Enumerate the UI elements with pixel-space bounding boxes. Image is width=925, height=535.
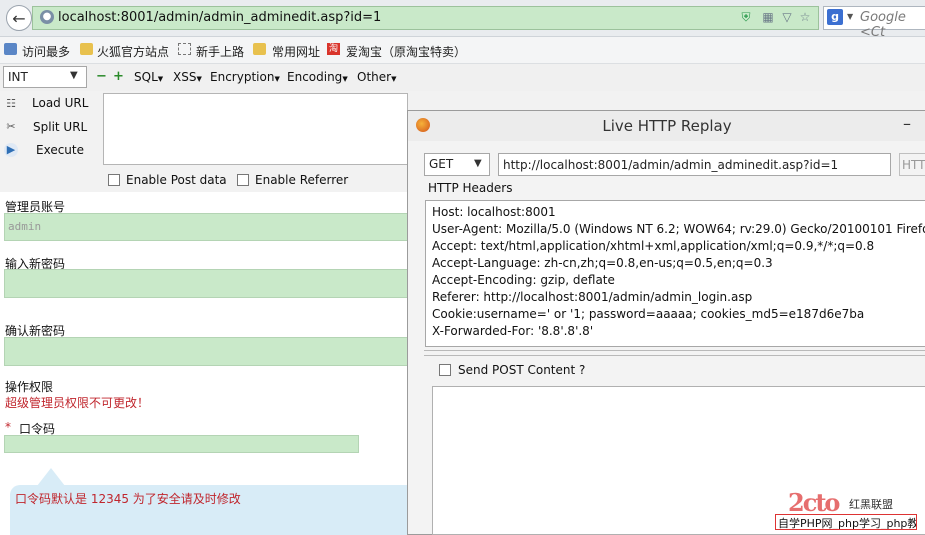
tooltip-tail (37, 468, 65, 486)
bookmark-star-icon[interactable]: ☆ (798, 10, 812, 24)
qr-code-icon[interactable]: ▦ (761, 10, 775, 24)
globe-icon: ● (40, 10, 54, 24)
most-visited-icon (4, 43, 17, 55)
folder-icon (253, 43, 266, 55)
bookmark-firefox-site[interactable]: 火狐官方站点 (97, 43, 169, 60)
permission-label: 操作权限 (5, 380, 54, 394)
scissors-icon: ✂ (6, 120, 16, 133)
enable-post-checkbox[interactable] (108, 174, 120, 186)
bookmark-most-visited[interactable]: 访问最多 (22, 43, 70, 60)
header-line: User-Agent: Mozilla/5.0 (Windows NT 6.2;… (432, 222, 925, 236)
account-field[interactable] (4, 213, 408, 241)
replay-url-input[interactable]: http://localhost:8001/admin/admin_admine… (498, 153, 891, 176)
header-line: Accept-Encoding: gzip, deflate (432, 273, 615, 287)
watermark-brand: 红黑联盟 (849, 498, 893, 511)
chevron-down-icon[interactable]: ▼ (70, 70, 78, 81)
enable-referrer-checkbox[interactable] (237, 174, 249, 186)
menu-encoding[interactable]: Encoding▼ (287, 70, 348, 84)
required-asterisk: * (5, 420, 11, 434)
account-value: admin (8, 220, 42, 233)
menu-other[interactable]: Other▼ (357, 70, 396, 84)
enable-post-label: Enable Post data (126, 173, 227, 187)
folder-icon (80, 43, 93, 55)
search-engine-dropdown-icon[interactable]: ▼ (847, 12, 853, 21)
send-post-label: Send POST Content ? (458, 363, 586, 377)
chevron-down-icon[interactable]: ▼ (474, 158, 482, 169)
new-password-field[interactable] (4, 269, 408, 298)
load-url-button[interactable]: Load URL (32, 96, 88, 110)
header-line: Cookie:username=' or '1; password=aaaaa;… (432, 307, 865, 321)
menu-sql[interactable]: SQL▼ (134, 70, 163, 84)
window-title: Live HTTP Replay (602, 117, 732, 135)
headers-label: HTTP Headers (428, 181, 513, 195)
taobao-icon: 淘 (327, 43, 340, 55)
google-icon[interactable]: g (827, 9, 843, 25)
http-version-field[interactable]: HTTP (899, 153, 925, 176)
page-icon (178, 43, 191, 55)
back-arrow-icon: ← (12, 8, 26, 28)
load-url-icon: ☷ (6, 97, 16, 110)
send-post-checkbox[interactable] (439, 364, 451, 376)
shield-icon[interactable]: ⛨ (739, 10, 753, 24)
confirm-password-field[interactable] (4, 337, 408, 366)
menu-xss[interactable]: XSS▼ (173, 70, 202, 84)
headers-textarea[interactable]: Host: localhost:8001 User-Agent: Mozilla… (425, 200, 925, 347)
bookmark-getting-started[interactable]: 新手上路 (196, 43, 244, 60)
header-line: X-Forwarded-For: '8.8'.8'.8' (432, 324, 594, 338)
minus-icon[interactable]: − (96, 70, 107, 83)
watermark-caption: 自学PHP网_php学习_php教 (775, 514, 917, 530)
execute-button[interactable]: Execute (36, 143, 84, 157)
bookmark-taobao[interactable]: 爱淘宝（原淘宝特卖） (346, 43, 466, 60)
pane-splitter[interactable] (424, 350, 925, 356)
header-line: Accept: text/html,application/xhtml+xml,… (432, 239, 875, 253)
execute-icon: ▶ (4, 143, 18, 157)
method-value: GET (429, 157, 454, 171)
split-url-button[interactable]: Split URL (33, 120, 87, 134)
dropdown-icon[interactable]: ▽ (780, 10, 794, 24)
bookmark-common-sites[interactable]: 常用网址 (272, 43, 320, 60)
url-textarea[interactable] (103, 93, 408, 165)
header-line: Host: localhost:8001 (432, 205, 556, 219)
header-line: Accept-Language: zh-cn,zh;q=0.8,en-us;q=… (432, 256, 773, 270)
enable-referrer-label: Enable Referrer (255, 173, 349, 187)
address-url[interactable]: localhost:8001/admin/admin_adminedit.asp… (58, 10, 381, 25)
passcode-field[interactable] (4, 435, 359, 453)
header-line: Referer: http://localhost:8001/admin/adm… (432, 290, 753, 304)
search-placeholder: Google <Ct (860, 10, 906, 40)
minimize-button[interactable]: – (903, 114, 911, 133)
back-button[interactable]: ← (6, 5, 32, 31)
post-content-textarea[interactable] (432, 386, 925, 535)
passcode-tip: 口令码默认是 12345 为了安全请及时修改 (15, 492, 241, 506)
watermark-logo: 2cto (788, 488, 840, 517)
menu-encryption[interactable]: Encryption▼ (210, 70, 280, 84)
plus-icon[interactable]: + (113, 70, 124, 83)
permission-warning: 超级管理员权限不可更改！ (5, 396, 150, 410)
